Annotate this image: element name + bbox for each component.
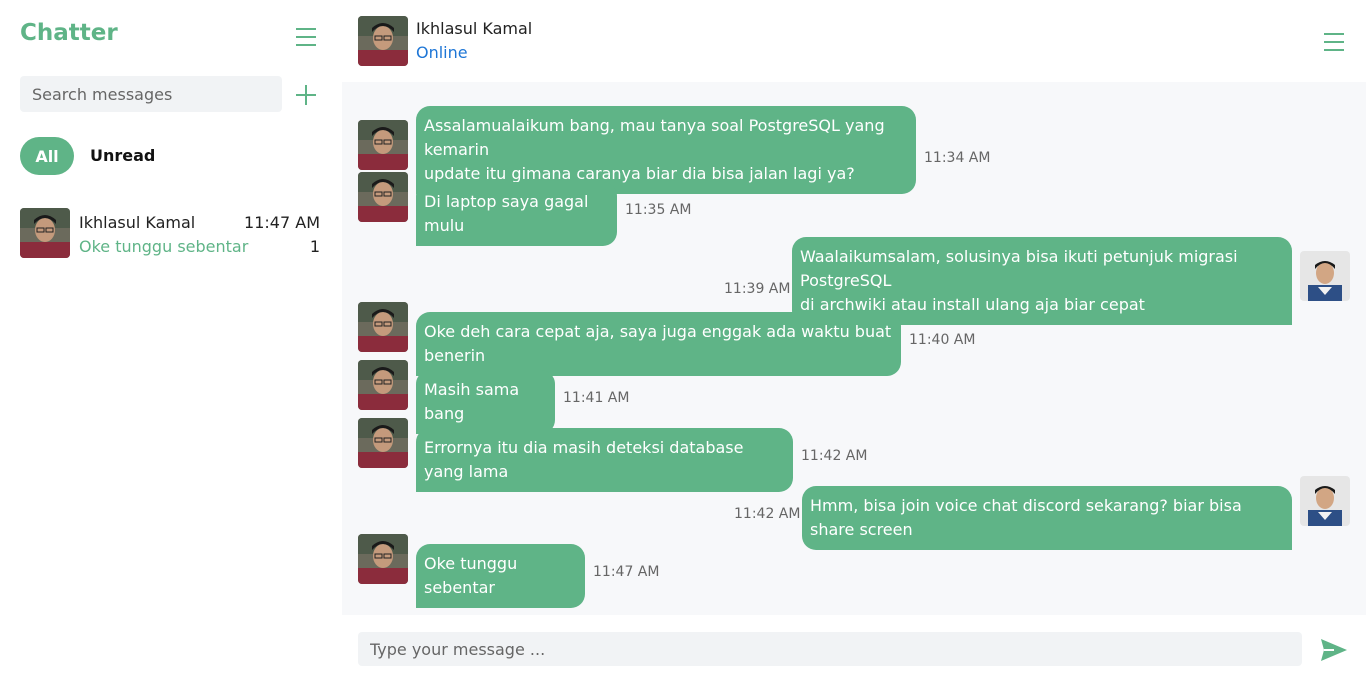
plus-icon[interactable] bbox=[296, 85, 316, 105]
message-bubble[interactable]: Oke deh cara cepat aja, saya juga enggak… bbox=[416, 312, 901, 376]
search-input[interactable] bbox=[20, 76, 282, 112]
message-time: 11:42 AM bbox=[734, 506, 801, 522]
message-bubble[interactable]: Assalamualaikum bang, mau tanya soal Pos… bbox=[416, 106, 916, 194]
message-time: 11:42 AM bbox=[801, 448, 868, 464]
composer bbox=[342, 615, 1366, 683]
message-list[interactable]: Assalamualaikum bang, mau tanya soal Pos… bbox=[342, 82, 1366, 615]
sender-avatar[interactable] bbox=[358, 172, 408, 222]
sender-avatar[interactable] bbox=[358, 302, 408, 352]
message-time: 11:35 AM bbox=[625, 202, 692, 218]
message-text-line: Oke tunggu sebentar bbox=[424, 554, 518, 597]
message-bubble[interactable]: Hmm, bisa join voice chat discord sekara… bbox=[802, 486, 1292, 550]
message-text-line: Masih sama bang bbox=[424, 380, 520, 423]
message-input[interactable] bbox=[358, 632, 1302, 666]
message-time: 11:47 AM bbox=[593, 564, 660, 580]
chat-header: Ikhlasul Kamal Online bbox=[342, 0, 1366, 82]
message-text-line: Oke deh cara cepat aja, saya juga enggak… bbox=[424, 322, 892, 365]
chat-contact-name: Ikhlasul Kamal bbox=[416, 19, 533, 38]
my-avatar[interactable] bbox=[1300, 476, 1350, 526]
send-arrow-icon[interactable] bbox=[1320, 638, 1348, 662]
online-status: Online bbox=[416, 43, 468, 62]
sender-avatar[interactable] bbox=[358, 120, 408, 170]
chat-contact-avatar[interactable] bbox=[358, 16, 408, 66]
conversation-preview: Oke tunggu sebentar bbox=[79, 237, 249, 256]
message-text-line: Assalamualaikum bang, mau tanya soal Pos… bbox=[424, 116, 885, 159]
contact-avatar bbox=[20, 208, 70, 258]
chat-app: Chatter All Unread Ikhlasul Kamal 11:47 … bbox=[0, 0, 1366, 683]
message-time: 11:34 AM bbox=[924, 150, 991, 166]
sidebar-menu-icon[interactable] bbox=[296, 28, 316, 52]
message-time: 11:39 AM bbox=[724, 281, 791, 297]
sender-avatar[interactable] bbox=[358, 360, 408, 410]
my-avatar[interactable] bbox=[1300, 251, 1350, 301]
message-time: 11:40 AM bbox=[909, 332, 976, 348]
message-bubble[interactable]: Masih sama bang bbox=[416, 370, 555, 434]
sidebar: Chatter All Unread Ikhlasul Kamal 11:47 … bbox=[0, 0, 342, 683]
conversation-item[interactable]: Ikhlasul Kamal 11:47 AM Oke tunggu seben… bbox=[20, 208, 322, 260]
message-bubble[interactable]: Di laptop saya gagal mulu bbox=[416, 182, 617, 246]
message-bubble[interactable]: Oke tunggu sebentar bbox=[416, 544, 585, 608]
unread-count-badge: 1 bbox=[309, 237, 320, 256]
message-bubble[interactable]: Errornya itu dia masih deteksi database … bbox=[416, 428, 793, 492]
message-text-line: Errornya itu dia masih deteksi database … bbox=[424, 438, 744, 481]
sender-avatar[interactable] bbox=[358, 418, 408, 468]
conversation-name: Ikhlasul Kamal bbox=[79, 213, 196, 232]
message-text-line: Di laptop saya gagal mulu bbox=[424, 192, 589, 235]
sender-avatar[interactable] bbox=[358, 534, 408, 584]
message-text-line: Waalaikumsalam, solusinya bisa ikuti pet… bbox=[800, 247, 1238, 290]
app-title: Chatter bbox=[20, 20, 118, 46]
message-time: 11:41 AM bbox=[563, 390, 630, 406]
conversation-time: 11:47 AM bbox=[244, 213, 320, 232]
chat-menu-icon[interactable] bbox=[1324, 33, 1344, 57]
filter-unread-button[interactable]: Unread bbox=[90, 146, 155, 165]
filter-all-button[interactable]: All bbox=[20, 137, 74, 175]
message-text-line: Hmm, bisa join voice chat discord sekara… bbox=[810, 496, 1242, 539]
